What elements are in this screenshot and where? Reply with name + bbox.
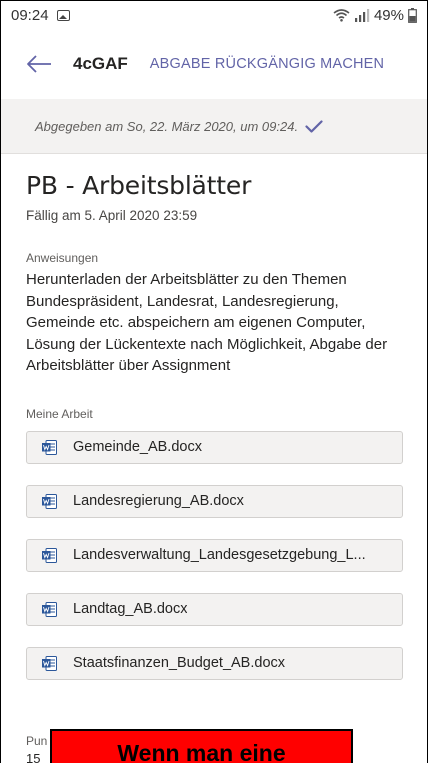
signal-icon [354,9,370,22]
checkmark-icon [305,119,323,133]
word-document-icon [42,547,57,563]
file-name: Landesverwaltung_Landesgesetzgebung_L... [73,547,366,563]
app-header: 4cGAF ABGABE RÜCKGÄNGIG MACHEN [1,29,427,100]
file-item[interactable]: Staatsfinanzen_Budget_AB.docx [26,646,403,680]
file-name: Gemeinde_AB.docx [73,439,202,455]
file-name: Landtag_AB.docx [73,601,188,617]
file-item[interactable]: Gemeinde_AB.docx [26,430,403,464]
submitted-banner: Abgegeben am So, 22. März 2020, um 09:24… [1,99,427,154]
image-icon [56,9,70,21]
word-document-icon [42,655,57,671]
arrow-left-icon [27,55,51,73]
undo-submission-button[interactable]: ABGABE RÜCKGÄNGIG MACHEN [150,56,384,72]
instructions-label: Anweisungen [26,251,99,265]
word-document-icon [42,601,57,617]
my-work-label: Meine Arbeit [26,406,93,421]
wifi-icon [333,9,350,22]
status-time: 09:24 [11,6,49,24]
annotation-text: Wenn man eine [117,740,286,763]
assignment-title: PB - Arbeitsblätter [26,171,252,200]
submitted-text: Abgegeben am So, 22. März 2020, um 09:24… [35,118,299,134]
page-title: 4cGAF [73,54,128,73]
battery-icon [408,7,417,23]
due-date: Fällig am 5. April 2020 23:59 [26,208,198,223]
word-document-icon [42,439,57,455]
file-name: Landesregierung_AB.docx [73,493,244,509]
assignment-details: PB - Arbeitsblätter Fällig am 5. April 2… [26,153,403,701]
app-screen: 09:24 49% 4cGAF ABGABE RÜCKGÄNGIG MACHEN… [0,0,428,763]
instructions-text: Herunterladen der Arbeitsblätter zu den … [26,271,388,374]
status-indicators: 49% [333,7,417,24]
file-item[interactable]: Landesverwaltung_Landesgesetzgebung_L... [26,538,403,572]
back-button[interactable] [19,44,59,84]
annotation-overlay: Wenn man eine [50,729,353,763]
battery-percent: 49% [373,6,404,24]
file-list: Gemeinde_AB.docx Landesregierung_AB.docx [26,430,403,680]
word-document-icon [42,493,57,509]
file-item[interactable]: Landtag_AB.docx [26,592,403,626]
file-name: Staatsfinanzen_Budget_AB.docx [73,655,286,671]
status-bar: 09:24 49% [1,1,427,29]
file-item[interactable]: Landesregierung_AB.docx [26,484,403,518]
